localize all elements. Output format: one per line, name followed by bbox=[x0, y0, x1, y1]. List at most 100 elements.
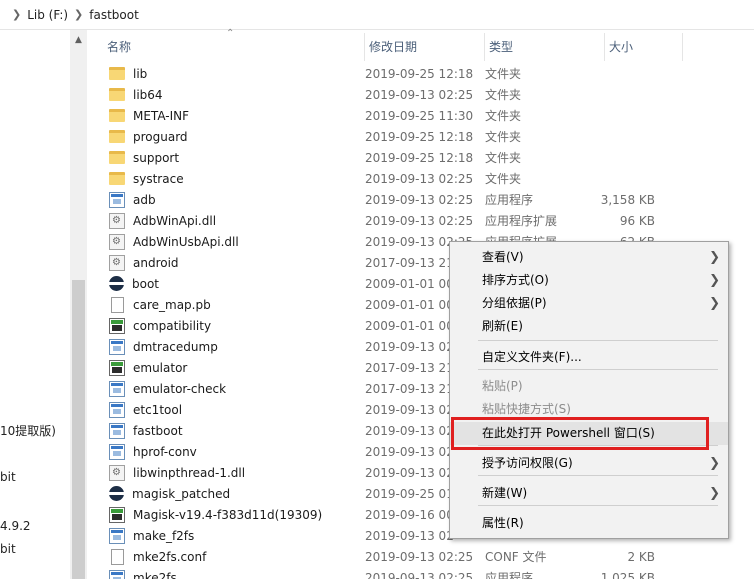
exe-icon bbox=[109, 422, 125, 439]
file-name-cell[interactable]: magisk_patched bbox=[103, 486, 365, 501]
file-name-cell[interactable]: emulator-check bbox=[103, 380, 365, 397]
file-name-cell[interactable]: lib64 bbox=[103, 88, 365, 102]
file-name-cell[interactable]: libwinpthread-1.dll bbox=[103, 464, 365, 481]
column-size[interactable]: 大小 bbox=[605, 33, 683, 61]
file-row[interactable]: lib64 2019-09-13 02:25 文件夹 bbox=[103, 84, 683, 105]
file-date: 2019-09-25 12:18 bbox=[365, 66, 474, 81]
file-name: lib64 bbox=[133, 87, 163, 102]
menu-item[interactable]: 自定义文件夹(F)... bbox=[450, 346, 728, 369]
file-name-cell[interactable]: hprof-conv bbox=[103, 443, 365, 460]
menu-item-label: 新建(W) bbox=[482, 486, 528, 500]
file-name-cell[interactable]: android bbox=[103, 254, 365, 271]
file-row[interactable]: mke2fs.conf 2019-09-13 02:25 CONF 文件 2 KB bbox=[103, 546, 683, 567]
menu-item-label: 授予访问权限(G) bbox=[482, 456, 573, 470]
file-name-cell[interactable]: lib bbox=[103, 67, 365, 81]
file-size: 96 KB bbox=[619, 213, 655, 228]
file-date: 2019-09-13 02:25 bbox=[365, 549, 474, 564]
file-name-cell[interactable]: adb bbox=[103, 191, 365, 208]
file-name-cell[interactable]: AdbWinApi.dll bbox=[103, 212, 365, 229]
file-row[interactable]: lib 2019-09-25 12:18 文件夹 bbox=[103, 63, 683, 84]
file-name-cell[interactable]: AdbWinUsbApi.dll bbox=[103, 233, 365, 250]
file-name: libwinpthread-1.dll bbox=[133, 465, 246, 480]
exe-icon bbox=[109, 191, 125, 208]
dll-file-icon bbox=[109, 464, 125, 481]
chevron-right-icon[interactable]: ❯ bbox=[74, 8, 83, 21]
column-date[interactable]: 修改日期 bbox=[365, 33, 485, 61]
file-date: 2019-09-13 02:25 bbox=[365, 213, 474, 228]
menu-item[interactable]: 查看(V) ❯ bbox=[450, 246, 728, 269]
file-name: AdbWinUsbApi.dll bbox=[133, 234, 239, 249]
menu-item[interactable]: 属性(R) bbox=[450, 512, 728, 535]
file-name-cell[interactable]: boot bbox=[103, 276, 365, 291]
file-type: 应用程序 bbox=[485, 571, 534, 579]
file-size: 3,158 KB bbox=[600, 192, 655, 207]
menu-separator bbox=[478, 340, 718, 341]
exe-icon bbox=[109, 380, 125, 397]
menu-item[interactable]: 分组依据(P) ❯ bbox=[450, 292, 728, 315]
file-row[interactable]: support 2019-09-25 12:18 文件夹 bbox=[103, 147, 683, 168]
file-name: META-INF bbox=[133, 108, 190, 123]
menu-item[interactable]: 排序方式(O) ❯ bbox=[450, 269, 728, 292]
file-name-cell[interactable]: systrace bbox=[103, 172, 365, 186]
file-row[interactable]: systrace 2019-09-13 02:25 文件夹 bbox=[103, 168, 683, 189]
file-name-cell[interactable]: Magisk-v19.4-f383d11d(19309) bbox=[103, 506, 365, 523]
file-date: 2019-09-13 02:25 bbox=[365, 570, 474, 579]
menu-item[interactable]: 刷新(E) bbox=[450, 315, 728, 338]
app-icon bbox=[109, 317, 125, 334]
nav-scrollbar-thumb[interactable] bbox=[72, 280, 85, 579]
nav-item[interactable]: 10提取版) bbox=[0, 422, 56, 439]
nav-item[interactable]: bit bbox=[0, 470, 16, 484]
file-name-cell[interactable]: compatibility bbox=[103, 317, 365, 334]
file-date: 2019-09-25 12:18 bbox=[365, 129, 474, 144]
nav-item[interactable]: bit bbox=[0, 542, 16, 556]
chevron-right-icon[interactable]: ❯ bbox=[12, 8, 21, 21]
file-name-cell[interactable]: care_map.pb bbox=[103, 296, 365, 313]
dll-file-icon bbox=[109, 212, 125, 229]
file-name-cell[interactable]: META-INF bbox=[103, 109, 365, 123]
file-name-cell[interactable]: emulator bbox=[103, 359, 365, 376]
main-scrollbar[interactable] bbox=[737, 30, 754, 579]
disk-image-icon bbox=[109, 276, 124, 291]
nav-item[interactable]: 4.9.2 bbox=[0, 519, 31, 533]
file-name: make_f2fs bbox=[133, 528, 195, 543]
file-name-cell[interactable]: make_f2fs bbox=[103, 527, 365, 544]
menu-item[interactable]: 新建(W) ❯ bbox=[450, 482, 728, 505]
menu-item: 粘贴(P) bbox=[450, 375, 728, 398]
nav-scrollbar[interactable]: ▲ bbox=[70, 30, 87, 579]
breadcrumb-drive[interactable]: Lib (F:) bbox=[27, 8, 68, 22]
breadcrumb-folder[interactable]: fastboot bbox=[89, 8, 139, 22]
file-name: care_map.pb bbox=[133, 297, 211, 312]
file-icon bbox=[111, 296, 124, 313]
navigation-pane: 10提取版) bit 4.9.2 bit bbox=[0, 30, 70, 579]
exe-icon bbox=[109, 527, 125, 544]
file-name-cell[interactable]: mke2fs bbox=[103, 569, 365, 579]
menu-item[interactable]: 授予访问权限(G) ❯ bbox=[450, 452, 728, 475]
address-bar[interactable]: ❯ Lib (F:) ❯ fastboot bbox=[0, 0, 754, 30]
file-name-cell[interactable]: mke2fs.conf bbox=[103, 548, 365, 565]
file-type: 文件夹 bbox=[485, 130, 522, 144]
scroll-up-icon[interactable]: ▲ bbox=[70, 32, 87, 49]
file-row[interactable]: adb 2019-09-13 02:25 应用程序 3,158 KB bbox=[103, 189, 683, 210]
file-row[interactable]: AdbWinApi.dll 2019-09-13 02:25 应用程序扩展 96 KB bbox=[103, 210, 683, 231]
file-date: 2019-09-13 02:25 bbox=[365, 171, 474, 186]
menu-item-label: 属性(R) bbox=[482, 516, 524, 530]
column-header: 名称 修改日期 类型 大小 bbox=[103, 33, 683, 61]
folder-icon bbox=[109, 109, 125, 122]
exe-icon bbox=[109, 443, 125, 460]
file-date: 2019-09-13 02:25 bbox=[365, 87, 474, 102]
menu-item-label: 粘贴(P) bbox=[482, 379, 523, 393]
file-name-cell[interactable]: etc1tool bbox=[103, 401, 365, 418]
file-name-cell[interactable]: dmtracedump bbox=[103, 338, 365, 355]
file-row[interactable]: mke2fs 2019-09-13 02:25 应用程序 1,025 KB bbox=[103, 567, 683, 579]
file-name-cell[interactable]: support bbox=[103, 151, 365, 165]
file-name: hprof-conv bbox=[133, 444, 197, 459]
menu-item-label: 分组依据(P) bbox=[482, 296, 547, 310]
file-type: 文件夹 bbox=[485, 67, 522, 81]
file-name-cell[interactable]: fastboot bbox=[103, 422, 365, 439]
file-type: 文件夹 bbox=[485, 151, 522, 165]
exe-icon bbox=[109, 338, 125, 355]
file-row[interactable]: META-INF 2019-09-25 11:30 文件夹 bbox=[103, 105, 683, 126]
file-name-cell[interactable]: proguard bbox=[103, 130, 365, 144]
file-row[interactable]: proguard 2019-09-25 12:18 文件夹 bbox=[103, 126, 683, 147]
column-type[interactable]: 类型 bbox=[485, 33, 605, 61]
